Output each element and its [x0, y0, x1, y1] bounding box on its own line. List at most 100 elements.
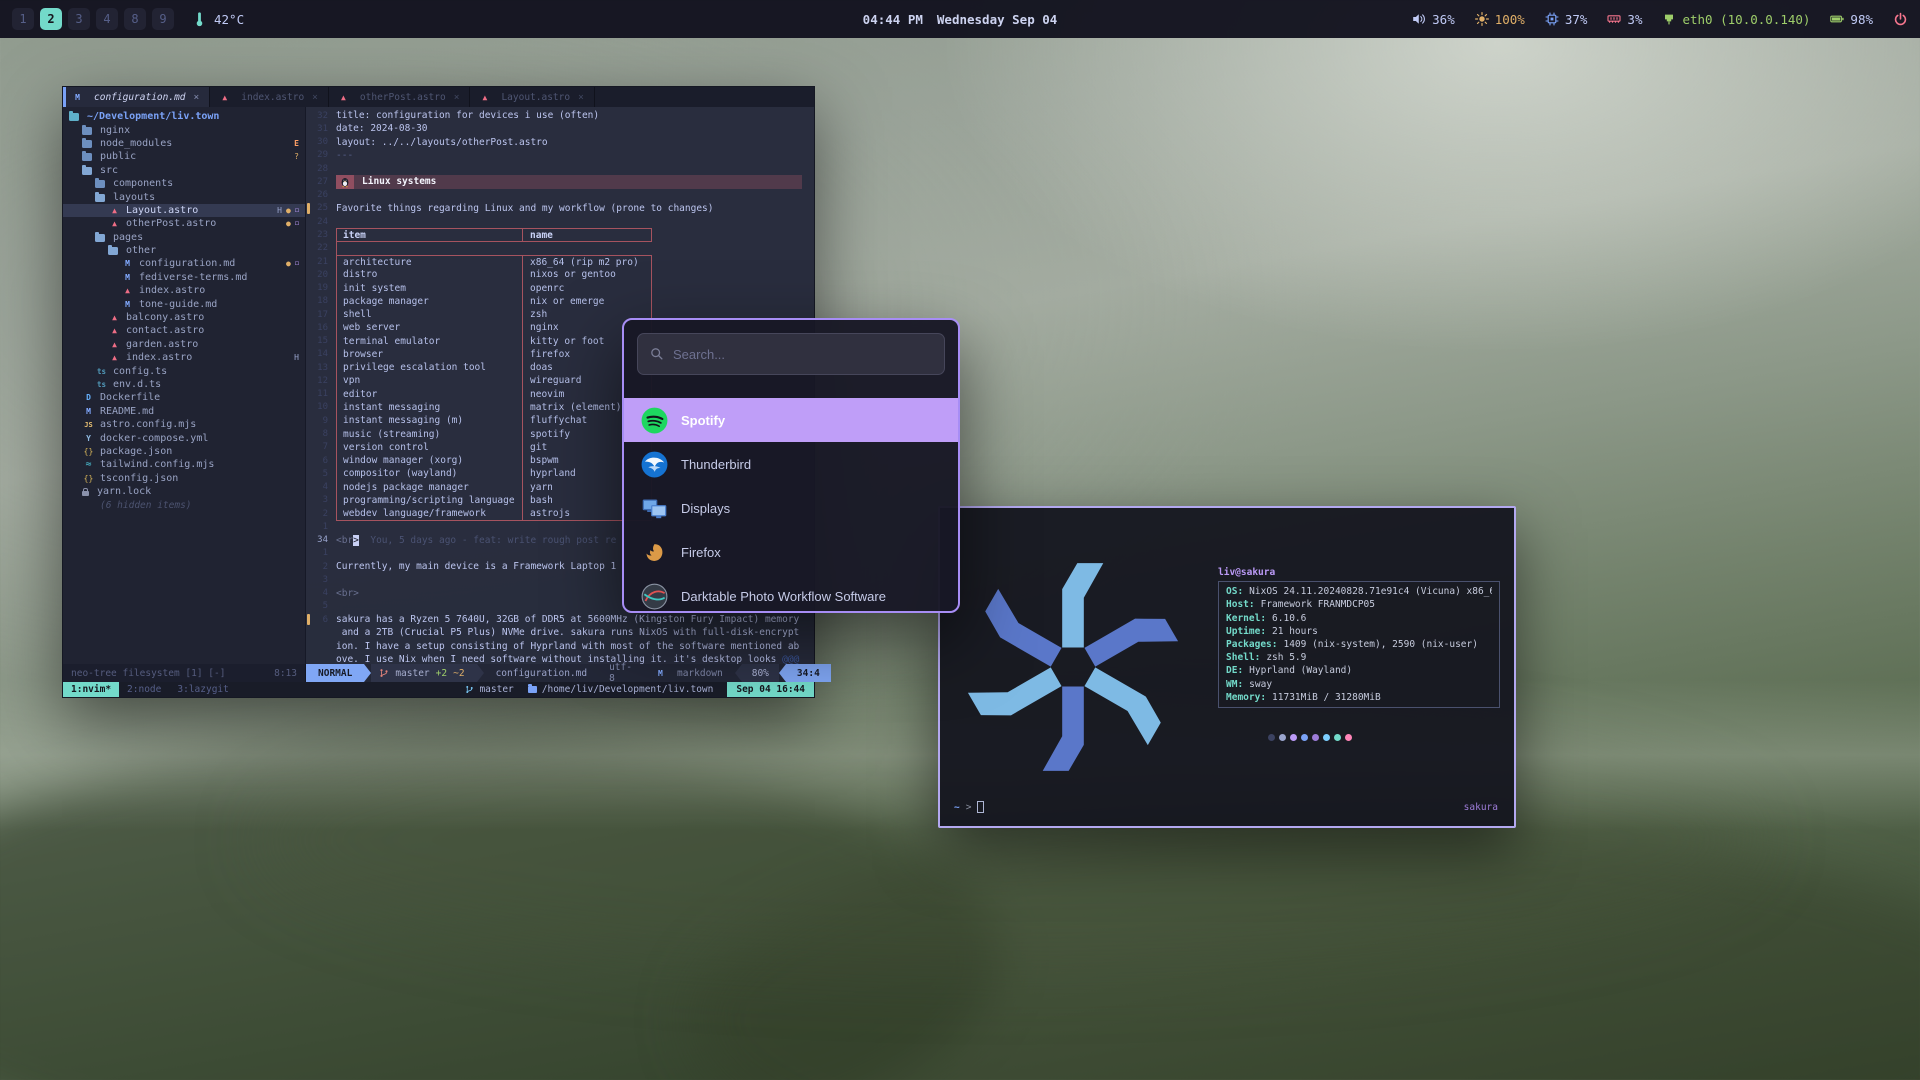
filetree-item[interactable]: otherPost.astro ●◻ — [63, 217, 305, 230]
info-value: 6.10.6 — [1272, 612, 1306, 625]
filetree-item[interactable]: contact.astro — [63, 324, 305, 337]
bar-module[interactable]: 100% — [1475, 12, 1525, 27]
close-icon[interactable]: × — [454, 92, 460, 103]
filetree-item[interactable]: other — [63, 244, 305, 257]
filetype-icon — [337, 93, 350, 102]
close-icon[interactable]: × — [194, 92, 200, 103]
filetree-item[interactable]: index.astro — [63, 284, 305, 297]
file-icon — [95, 234, 105, 242]
tmux-window[interactable]: 2:node — [119, 682, 169, 697]
filetree-item[interactable]: Dockerfile — [63, 391, 305, 404]
filetree-badges: H●◻ — [277, 206, 305, 215]
fetch-infobox: OS: NixOS 24.11.20240828.71e91c4 (Vicuna… — [1218, 581, 1500, 708]
module-icon — [1662, 12, 1676, 26]
editor-tab[interactable]: Layout.astro × — [470, 87, 594, 107]
filetree-item[interactable]: components — [63, 177, 305, 190]
fetch-info: liv@sakura OS: NixOS 24.11.20240828.71e9… — [1218, 566, 1506, 741]
launcher-item[interactable]: Firefox — [624, 530, 958, 574]
module-icon — [1412, 12, 1426, 26]
filetree-item[interactable]: tsconfig.json — [63, 472, 305, 485]
workspace-button[interactable]: 3 — [68, 8, 90, 30]
app-icon — [641, 539, 668, 566]
filetree-item[interactable]: tone-guide.md — [63, 297, 305, 310]
filetree-item[interactable]: tailwind.config.mjs — [63, 458, 305, 471]
bar-module[interactable]: 37% — [1545, 12, 1588, 27]
launcher-item[interactable]: Displays — [624, 486, 958, 530]
table-cell-item: compositor (wayland) — [337, 467, 523, 480]
table-cell-item: privilege escalation tool — [337, 361, 523, 374]
filetree-item[interactable]: yarn.lock — [63, 485, 305, 498]
launcher-search[interactable] — [637, 333, 945, 375]
filetree-item[interactable]: astro.config.mjs — [63, 418, 305, 431]
clock[interactable]: 04:44 PM Wednesday Sep 04 — [863, 12, 1058, 27]
filetree-item[interactable]: (6 hidden items) — [63, 498, 305, 511]
workspace-button[interactable]: 9 — [152, 8, 174, 30]
app-label: Darktable Photo Workflow Software — [681, 589, 886, 604]
filetree-item[interactable]: configuration.md ●◻ — [63, 257, 305, 270]
tmux-window[interactable]: 1:nvim* — [63, 682, 119, 697]
filetree-item[interactable]: garden.astro — [63, 338, 305, 351]
bar-module[interactable]: 98% — [1830, 12, 1873, 27]
filetree-item[interactable]: config.ts — [63, 364, 305, 377]
file-icon — [82, 153, 92, 161]
table-cell-item: nodejs package manager — [337, 480, 523, 493]
filetree-item[interactable]: src — [63, 164, 305, 177]
filetree-item[interactable]: env.d.ts — [63, 378, 305, 391]
launcher-item[interactable]: Spotify — [624, 398, 958, 442]
filetree-item[interactable]: README.md — [63, 405, 305, 418]
filetree-item[interactable]: fediverse-terms.md — [63, 271, 305, 284]
tab-label: otherPost.astro — [360, 92, 446, 103]
filetree-label: other — [126, 245, 156, 256]
filetree-item[interactable]: index.astro H — [63, 351, 305, 364]
table-cell-item: terminal emulator — [337, 335, 523, 348]
workspace-button[interactable]: 2 — [40, 8, 62, 30]
workspace-button[interactable]: 4 — [96, 8, 118, 30]
filetree-item[interactable]: ~/Development/liv.town — [63, 110, 305, 123]
filetree-item[interactable]: nginx — [63, 123, 305, 136]
bar-module[interactable]: 3% — [1607, 12, 1642, 27]
filetree-item[interactable]: docker-compose.yml — [63, 431, 305, 444]
power-button[interactable] — [1893, 12, 1908, 27]
filetype-icon — [71, 93, 84, 102]
file-icon — [121, 259, 134, 268]
filetree-item[interactable]: balcony.astro — [63, 311, 305, 324]
file-icon — [82, 140, 92, 148]
md-table-row: 20 distro nixos or gentoo — [306, 268, 814, 281]
git-branch-icon — [379, 668, 389, 678]
palette-dot — [1290, 734, 1297, 741]
editor-tab[interactable]: index.astro × — [210, 87, 329, 107]
filetree-label: ~/Development/liv.town — [87, 111, 219, 122]
filetree-badges: H — [294, 353, 305, 362]
filetree-item[interactable]: public ? — [63, 150, 305, 163]
filetree-label: config.ts — [113, 366, 167, 377]
filetree-item[interactable]: node_modules E — [63, 137, 305, 150]
bar-module[interactable]: 36% — [1412, 12, 1455, 27]
filetree-item[interactable]: pages — [63, 231, 305, 244]
info-row: Uptime: 21 hours — [1226, 625, 1492, 638]
editor-tab[interactable]: configuration.md × — [63, 87, 210, 107]
file-icon — [69, 113, 79, 121]
filetree-item[interactable]: layouts — [63, 190, 305, 203]
tab-active-indicator — [210, 87, 213, 107]
info-value: 21 hours — [1272, 625, 1318, 638]
filetree-item[interactable]: Layout.astro H●◻ — [63, 204, 305, 217]
workspace-button[interactable]: 1 — [12, 8, 34, 30]
editor-tab[interactable]: otherPost.astro × — [329, 87, 471, 107]
search-input[interactable] — [673, 347, 932, 362]
filetree-label: node_modules — [100, 138, 172, 149]
close-icon[interactable]: × — [312, 92, 318, 103]
tab-label: index.astro — [241, 92, 304, 103]
editor-line: 32title: configuration for devices i use… — [306, 109, 814, 122]
bar-module[interactable]: eth0 (10.0.0.140) — [1662, 12, 1810, 27]
palette-dot — [1279, 734, 1286, 741]
table-cell-item: instant messaging (m) — [337, 414, 523, 427]
tmux-window[interactable]: 3:lazygit — [169, 682, 236, 697]
tab-label: configuration.md — [94, 92, 186, 103]
launcher-item[interactable]: Thunderbird — [624, 442, 958, 486]
workspace-button[interactable]: 8 — [124, 8, 146, 30]
shell-prompt[interactable]: ~ > — [954, 801, 984, 813]
launcher-item[interactable]: Darktable Photo Workflow Software — [624, 574, 958, 613]
filetree-item[interactable]: package.json — [63, 445, 305, 458]
tmux-git-segment: master — [465, 682, 513, 697]
close-icon[interactable]: × — [578, 92, 584, 103]
